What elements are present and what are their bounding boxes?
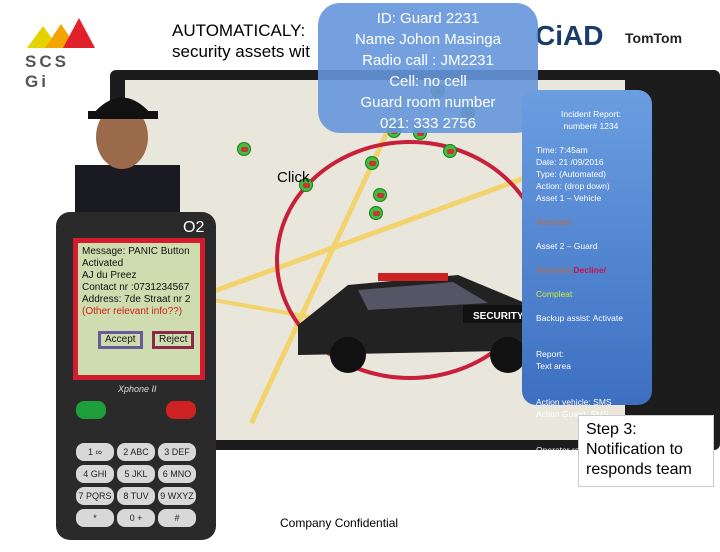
key-3[interactable]: 3 DEF [158,443,196,461]
slide-title: AUTOMATICALY: security assets wit [172,21,310,61]
phone-screen-message: Message: PANIC Button Activated AJ du Pree… [73,238,205,380]
key-9[interactable]: 9 WXYZ [158,487,196,505]
key-2[interactable]: 2 ABC [117,443,155,461]
decline-option[interactable]: Decline/ [573,265,606,275]
key-0[interactable]: 0 + [117,509,155,527]
key-hash[interactable]: # [158,509,196,527]
vehicle-marker[interactable] [373,188,387,202]
step-3-callout: Step 3: Notification to responds team [578,415,714,487]
save-video-option[interactable]: Save video feed: yes /no [536,492,646,504]
security-car-image: SECURITY [298,273,553,373]
accept-button[interactable]: Accept [98,331,143,349]
backup-assist-option[interactable]: Backup assist: Activate [536,312,646,324]
guard-info-bubble: ID: Guard 2231 Name Johon Masinga Radio ca… [318,3,538,133]
vehicle-marker[interactable] [237,142,251,156]
footer-confidential: Company Confidential [280,516,399,530]
scs-gi-logo: SCS Gi [25,14,95,91]
carrier-label: O2 [183,219,205,236]
vehicle-marker[interactable] [369,206,383,220]
call-key-icon[interactable] [76,401,106,419]
key-star[interactable]: * [76,509,114,527]
end-call-key-icon[interactable] [166,401,196,419]
compleat-option[interactable]: Compleat [536,288,646,300]
key-8[interactable]: 8 TUV [117,487,155,505]
report-text-area[interactable]: Report: Text area [536,348,646,372]
key-7[interactable]: 7 PQRS [76,487,114,505]
key-6[interactable]: 6 MNO [158,465,196,483]
car-label: SECURITY [473,311,524,322]
phone-keypad: 1 ∞ 2 ABC 3 DEF 4 GHI 5 JKL 6 MNO 7 PQRS… [72,395,200,535]
reject-button[interactable]: Reject [152,331,195,349]
complete-submit-button[interactable]: Complete/submit [536,528,646,540]
ciad-logo: CiAD [535,20,604,51]
tomtom-logo: TomTom [625,30,683,46]
vehicle-marker[interactable] [443,144,457,158]
incident-report-panel[interactable]: Incident Report: number# 1234 Time: 7:45… [522,90,652,539]
key-5[interactable]: 5 JKL [117,465,155,483]
vehicle-marker[interactable] [365,156,379,170]
key-4[interactable]: 4 GHI [76,465,114,483]
key-1[interactable]: 1 ∞ [76,443,114,461]
click-label: Click [277,169,310,186]
logo-triangles-icon [27,18,95,48]
phone-brand: Xphone II [118,384,157,394]
